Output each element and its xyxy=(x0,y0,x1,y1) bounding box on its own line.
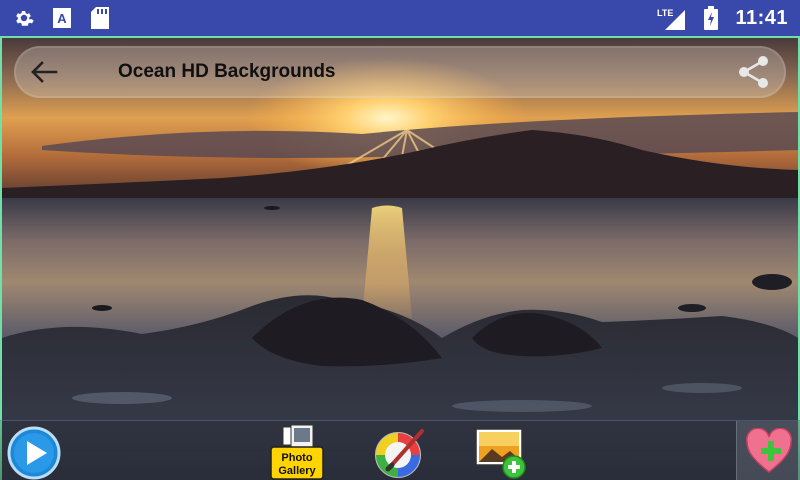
bottom-action-bar: Photo Gallery xyxy=(0,420,800,480)
photo-gallery-icon: Photo Gallery xyxy=(270,425,324,480)
photo-gallery-button[interactable]: Photo Gallery xyxy=(268,425,326,480)
gallery-label-line1: Photo xyxy=(281,452,312,464)
gear-icon xyxy=(12,6,36,30)
share-button[interactable] xyxy=(734,52,774,92)
arrow-left-icon xyxy=(31,61,58,83)
favorite-add-button[interactable] xyxy=(736,421,800,480)
status-right: LTE 11:41 xyxy=(657,6,788,30)
font-a-icon: A xyxy=(50,6,74,30)
paint-icon xyxy=(375,429,424,478)
lte-label: LTE xyxy=(657,8,673,18)
lte-signal-icon: LTE xyxy=(657,6,687,30)
status-bar: A LTE 11:41 xyxy=(0,0,800,36)
back-button[interactable] xyxy=(26,54,62,90)
page-title: Ocean HD Backgrounds xyxy=(118,61,336,82)
gallery-label-line2: Gallery xyxy=(278,465,316,477)
svg-text:A: A xyxy=(57,11,67,26)
ocean-sunset-scene xyxy=(2,38,798,480)
sd-card-icon xyxy=(88,6,112,30)
app-toolbar: Ocean HD Backgrounds xyxy=(14,46,786,98)
wallpaper-image[interactable] xyxy=(0,36,800,480)
status-time: 11:41 xyxy=(735,6,788,29)
heart-plus-icon xyxy=(745,428,792,473)
status-left: A xyxy=(12,6,112,30)
add-image-button[interactable] xyxy=(474,425,532,480)
play-icon xyxy=(7,426,61,480)
share-icon xyxy=(739,56,768,88)
slideshow-play-button[interactable] xyxy=(4,425,64,480)
battery-icon xyxy=(699,6,723,30)
paint-edit-button[interactable] xyxy=(372,425,428,480)
add-image-icon xyxy=(475,428,526,479)
